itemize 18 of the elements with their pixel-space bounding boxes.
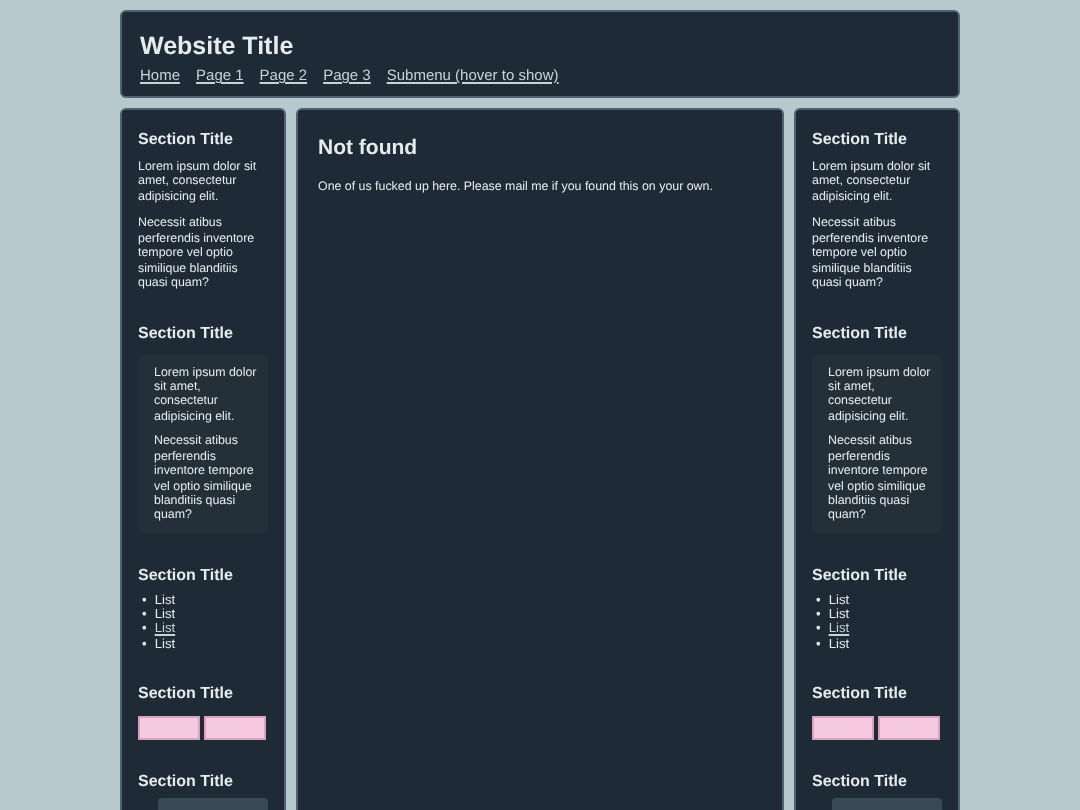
section-title: Section Title: [138, 130, 235, 148]
section-title: Section Title: [812, 323, 909, 341]
site-title: Website Title: [140, 32, 294, 60]
section-title: Section Title: [812, 771, 909, 790]
section-title: Section Title: [138, 683, 235, 702]
input-field[interactable]: [158, 797, 268, 810]
section-title: Section Title: [812, 565, 909, 584]
section-title: Section Title: [138, 323, 235, 341]
section-title: Section Title: [138, 771, 235, 790]
badge-image[interactable]: [812, 715, 874, 740]
section-title: Section Title: [812, 130, 909, 148]
page-heading: Not found: [318, 136, 418, 160]
badge-image[interactable]: [204, 715, 266, 740]
input-field[interactable]: [832, 797, 942, 810]
section-title: Section Title: [812, 683, 909, 702]
badge-image[interactable]: [138, 715, 200, 740]
badge-image[interactable]: [878, 715, 940, 740]
section-title: Section Title: [138, 565, 235, 584]
